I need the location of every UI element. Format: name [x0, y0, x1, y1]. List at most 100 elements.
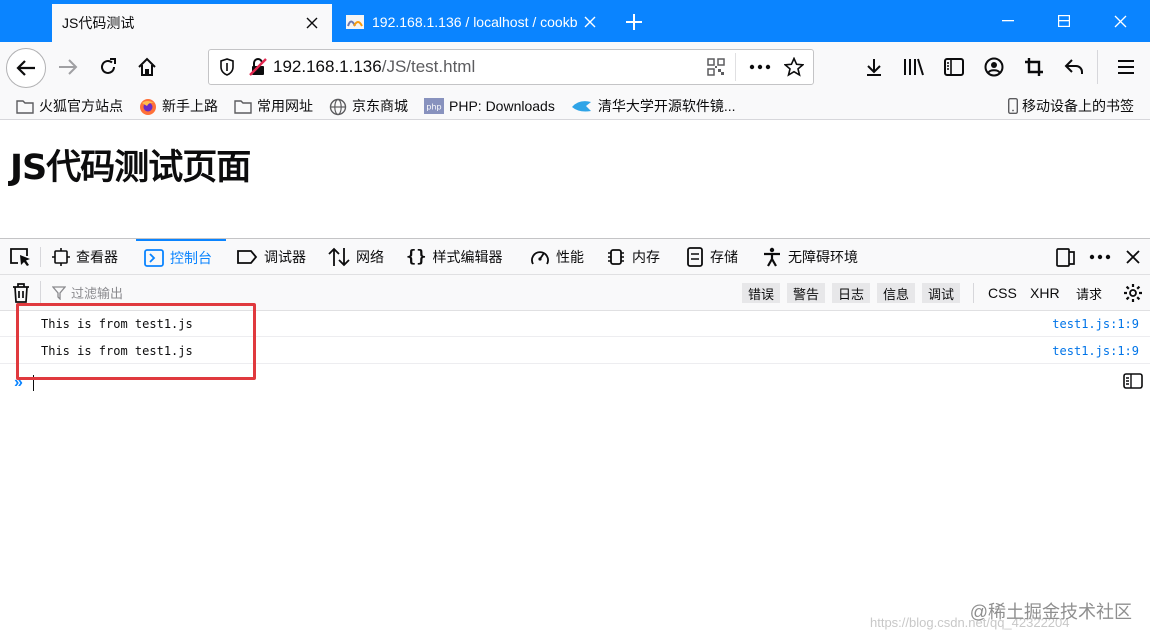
devtools-menu-icon[interactable]: [1089, 251, 1111, 263]
close-devtools-icon[interactable]: [1126, 250, 1140, 264]
tab-label: 网络: [356, 249, 384, 265]
console-icon: [144, 249, 164, 267]
bookmark-item[interactable]: 新手上路: [139, 96, 218, 116]
tab-memory[interactable]: 内存: [606, 239, 660, 275]
undo-arrow-icon[interactable]: [1056, 50, 1092, 84]
bookmark-label: 新手上路: [162, 97, 218, 114]
filter-debug-button[interactable]: 调试: [922, 283, 961, 303]
tab-label: 控制台: [170, 250, 212, 266]
tab-console[interactable]: 控制台: [136, 239, 226, 275]
filter-css-button[interactable]: CSS: [988, 283, 1017, 303]
bookmark-star-icon[interactable]: [784, 57, 804, 77]
bookmark-label: 清华大学开源软件镜...: [597, 97, 736, 114]
bookmark-label: 常用网址: [257, 97, 313, 114]
tab-label: 无障碍环境: [788, 249, 858, 265]
tab-label: 存储: [710, 249, 738, 265]
firefox-icon: [139, 98, 157, 115]
split-console-icon[interactable]: [1123, 373, 1143, 389]
url-bar[interactable]: 192.168.1.136/JS/test.html: [208, 49, 814, 85]
bookmark-label: 京东商城: [352, 97, 408, 114]
tab-debugger[interactable]: 调试器: [236, 239, 306, 275]
filter-funnel-icon: [52, 285, 66, 300]
filter-placeholder: 过滤输出: [71, 286, 124, 301]
filter-requests-button[interactable]: 请求: [1076, 283, 1102, 303]
tab-label: 样式编辑器: [432, 249, 503, 265]
back-button[interactable]: [6, 48, 46, 88]
reload-icon[interactable]: [90, 50, 126, 84]
mobile-bookmarks[interactable]: 移动设备上的书签: [1008, 96, 1134, 116]
account-icon[interactable]: [976, 50, 1012, 84]
settings-gear-icon[interactable]: [1123, 283, 1143, 303]
close-window-icon[interactable]: [1092, 0, 1148, 42]
tab-title: JS代码测试: [62, 15, 135, 31]
tab-label: 调试器: [264, 249, 306, 265]
close-tab-icon[interactable]: [300, 11, 324, 35]
storage-icon: [686, 247, 704, 267]
phpmyadmin-icon: [346, 15, 364, 29]
tab-storage[interactable]: 存储: [686, 239, 738, 275]
bookmark-item[interactable]: php PHP: Downloads: [424, 97, 555, 114]
devtools-tab-bar: 查看器 控制台 调试器 网络 {} 样式编辑器 性能 内存 存储 无障碍环境: [0, 239, 1150, 275]
library-icon[interactable]: [896, 50, 932, 84]
log-source-link[interactable]: test1.js:1:9: [1052, 317, 1139, 331]
divider: [973, 283, 974, 303]
tab-label: 性能: [556, 249, 584, 265]
folder-icon: [16, 98, 34, 114]
page-actions-menu-icon[interactable]: [749, 60, 771, 74]
style-editor-icon: {}: [406, 247, 427, 267]
bookmark-item[interactable]: 清华大学开源软件镜...: [571, 96, 736, 116]
minimize-icon[interactable]: [980, 0, 1036, 42]
tuna-icon: [571, 98, 593, 114]
tab-accessibility[interactable]: 无障碍环境: [762, 239, 858, 275]
screenshot-crop-icon[interactable]: [1016, 50, 1052, 84]
filter-info-button[interactable]: 信息: [877, 283, 916, 303]
divider: [735, 53, 736, 81]
filter-output-input[interactable]: 过滤输出: [52, 283, 123, 302]
bookmark-item[interactable]: 京东商城: [329, 96, 408, 116]
log-source-link[interactable]: test1.js:1:9: [1052, 344, 1139, 358]
bookmark-item[interactable]: 常用网址: [234, 96, 313, 116]
url-host: 192.168.1.136: [273, 57, 382, 76]
new-tab-button[interactable]: [620, 8, 648, 36]
tab-js-test[interactable]: JS代码测试: [52, 2, 332, 42]
inspector-icon: [52, 248, 70, 266]
filter-xhr-button[interactable]: XHR: [1030, 283, 1060, 303]
divider: [1097, 50, 1098, 84]
pick-element-icon[interactable]: [10, 247, 32, 267]
sidebar-icon[interactable]: [936, 50, 972, 84]
tab-style-editor[interactable]: {} 样式编辑器: [406, 239, 502, 275]
mobile-bookmarks-label: 移动设备上的书签: [1022, 98, 1134, 114]
tab-label: 内存: [632, 249, 660, 265]
home-icon[interactable]: [129, 50, 165, 84]
tab-label: 查看器: [76, 249, 118, 265]
qr-code-icon[interactable]: [707, 58, 725, 76]
accessibility-icon: [762, 247, 782, 267]
hamburger-menu-icon[interactable]: [1108, 50, 1144, 84]
php-icon: php: [424, 97, 444, 114]
tab-inspector[interactable]: 查看器: [52, 239, 118, 275]
bookmark-item[interactable]: 火狐官方站点: [16, 96, 123, 116]
page-heading: JS代码测试页面: [10, 148, 251, 188]
tab-title: 192.168.1.136 / localhost / cookbook: [372, 14, 578, 30]
bookmark-label: PHP: Downloads: [449, 97, 555, 114]
trash-icon[interactable]: [12, 283, 30, 303]
insecure-lock-icon[interactable]: [249, 58, 267, 76]
filter-warnings-button[interactable]: 警告: [787, 283, 826, 303]
forward-button[interactable]: [50, 50, 86, 84]
tab-network[interactable]: 网络: [328, 239, 384, 275]
folder-icon: [234, 98, 252, 114]
tab-performance[interactable]: 性能: [530, 239, 584, 275]
filter-errors-button[interactable]: 错误: [742, 283, 781, 303]
close-tab-icon[interactable]: [578, 10, 602, 34]
maximize-icon[interactable]: [1036, 0, 1092, 42]
tab-phpmyadmin[interactable]: 192.168.1.136 / localhost / cookbook: [334, 2, 610, 42]
phone-icon: [1008, 98, 1018, 114]
responsive-design-icon[interactable]: [1056, 247, 1078, 267]
devtools-panel: 查看器 控制台 调试器 网络 {} 样式编辑器 性能 内存 存储 无障碍环境 过…: [0, 238, 1150, 640]
downloads-icon[interactable]: [856, 50, 892, 84]
bookmarks-toolbar: 火狐官方站点 新手上路 常用网址 京东商城 php PHP: Downloads…: [0, 92, 1150, 120]
url-text[interactable]: 192.168.1.136/JS/test.html: [273, 57, 475, 77]
tracking-protection-shield-icon[interactable]: [219, 58, 235, 76]
divider: [40, 247, 41, 267]
filter-logs-button[interactable]: 日志: [832, 283, 871, 303]
